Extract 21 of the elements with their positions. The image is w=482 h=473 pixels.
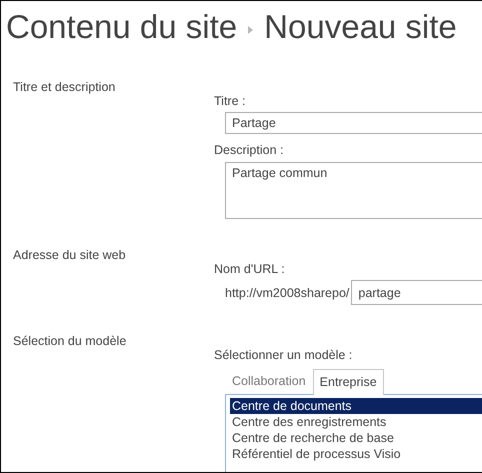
field-label: Sélectionner un modèle : [214, 347, 354, 363]
template-option[interactable]: Centre des enregistrements [230, 414, 482, 430]
template-option[interactable]: Centre de documents [230, 398, 482, 414]
template-tab[interactable]: Collaboration [225, 368, 313, 394]
template-option[interactable]: Référentiel de processus Visio [230, 446, 482, 462]
template-listbox[interactable]: Centre de documents Centre des enregistrements Centre de recherche de base Référentiel de processus Visio [225, 394, 482, 472]
section-label: Sélection du modèle [13, 333, 128, 350]
template-option[interactable]: Centre de recherche de base [230, 430, 482, 446]
field-label: Nom d'URL : [214, 261, 286, 277]
section-label: Titre et description [13, 79, 116, 96]
breadcrumb-separator-icon [247, 25, 254, 35]
url-input[interactable]: partage [351, 280, 482, 305]
breadcrumb-link[interactable]: Contenu du site [6, 8, 238, 46]
field-label: Description : [214, 142, 284, 158]
page-title: Nouveau site [264, 8, 457, 46]
section-label: Adresse du site web [13, 247, 127, 264]
url-prefix: http://vm2008sharepo/ [225, 286, 350, 300]
template-tab[interactable]: Entreprise [312, 369, 384, 395]
field-label: Titre : [214, 93, 246, 109]
description-textarea[interactable]: Partage commun [225, 162, 482, 219]
title-input[interactable]: Partage [225, 112, 482, 134]
